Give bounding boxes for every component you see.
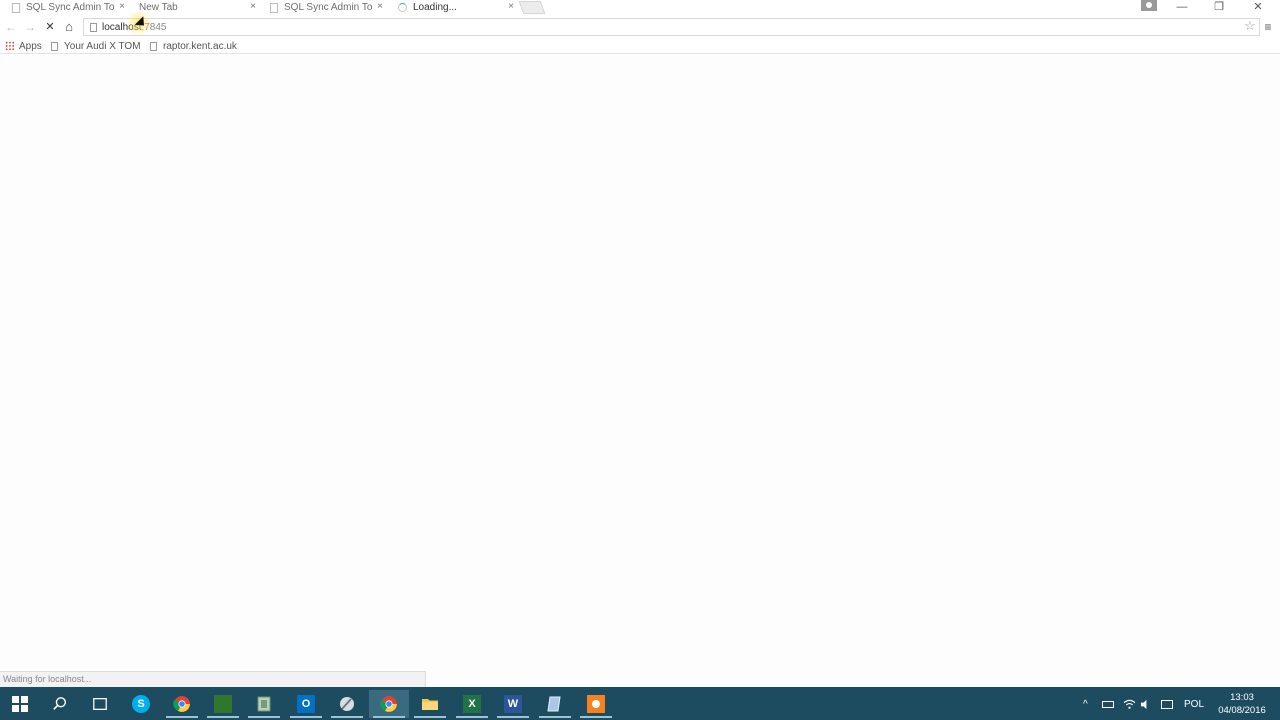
taskbar-outlook[interactable]: O xyxy=(286,690,326,718)
bookmark-label: Your Audi X TOM xyxy=(64,40,141,52)
stop-loading-button[interactable]: ✕ xyxy=(42,19,58,35)
loading-spinner-icon xyxy=(398,3,407,12)
page-icon xyxy=(150,41,157,51)
search-icon xyxy=(53,697,67,710)
page-icon xyxy=(90,22,97,32)
database-icon xyxy=(257,696,271,712)
tab-title: SQL Sync Admin To xyxy=(26,2,115,13)
tab-title: Loading... xyxy=(413,2,457,13)
chrome-icon xyxy=(380,696,397,712)
taskbar-sql[interactable] xyxy=(244,690,284,718)
tray-overflow-chevron[interactable]: ^ xyxy=(1083,693,1088,715)
close-tab-icon[interactable]: × xyxy=(248,1,258,12)
restore-button[interactable]: ❐ xyxy=(1209,0,1229,14)
back-button[interactable]: ← xyxy=(3,19,19,35)
page-icon xyxy=(51,41,58,51)
record-icon xyxy=(587,695,605,713)
tab-new-tab[interactable]: New Tab × xyxy=(131,0,262,15)
taskbar-project[interactable] xyxy=(203,690,243,718)
task-view-icon xyxy=(93,698,107,710)
input-language[interactable]: POL xyxy=(1184,693,1204,715)
taskbar-chrome[interactable] xyxy=(162,690,202,718)
taskbar: S O X W ^ POL 13:03 04/08/2016 xyxy=(0,687,1280,720)
close-tab-icon[interactable]: × xyxy=(375,1,385,12)
status-bubble: Waiting for localhost... xyxy=(0,671,426,687)
bookmark-star-icon[interactable]: ☆ xyxy=(1243,19,1257,33)
page-content: Waiting for localhost... xyxy=(0,55,1280,687)
paint-icon xyxy=(340,697,354,711)
skype-icon: S xyxy=(132,695,150,713)
taskbar-notes[interactable] xyxy=(535,690,575,718)
tab-title: SQL Sync Admin To xyxy=(284,2,373,13)
clock-time: 13:03 xyxy=(1230,692,1254,703)
taskbar-word[interactable]: W xyxy=(493,690,533,718)
close-tab-icon[interactable]: × xyxy=(117,1,127,12)
bookmark-your-audi[interactable]: Your Audi X TOM xyxy=(51,39,141,53)
clock[interactable]: 13:03 04/08/2016 xyxy=(1213,691,1271,717)
volume-icon[interactable] xyxy=(1140,693,1151,715)
taskbar-paint[interactable] xyxy=(327,690,367,718)
chrome-menu-icon[interactable]: ≡ xyxy=(1262,21,1274,33)
chrome-icon xyxy=(173,696,190,712)
taskbar-recorder[interactable] xyxy=(576,690,616,718)
bookmark-apps[interactable]: Apps xyxy=(5,39,42,53)
excel-icon: X xyxy=(463,695,481,713)
speaker-icon xyxy=(1140,699,1147,709)
new-tab-button[interactable] xyxy=(518,1,546,14)
browser-toolbar: ← → ✕ ⌂ localhost :7845 xyxy=(0,16,1280,38)
folder-icon xyxy=(422,699,438,710)
bookmark-label: raptor.kent.ac.uk xyxy=(163,40,237,52)
bookmark-label: Apps xyxy=(19,40,42,52)
minimize-button[interactable]: — xyxy=(1172,0,1192,14)
task-view-button[interactable] xyxy=(80,690,120,718)
profile-avatar-icon[interactable] xyxy=(1141,0,1157,11)
page-icon xyxy=(270,2,278,13)
clock-date: 04/08/2016 xyxy=(1218,705,1266,716)
project-icon xyxy=(214,695,232,713)
tab-sql-sync-1[interactable]: SQL Sync Admin To × xyxy=(4,0,131,15)
wifi-icon[interactable] xyxy=(1123,693,1136,715)
wifi-icon-glyph xyxy=(1123,699,1136,709)
action-center-icon[interactable] xyxy=(1161,693,1173,715)
tab-sql-sync-2[interactable]: SQL Sync Admin To × xyxy=(262,0,389,15)
taskbar-excel[interactable]: X xyxy=(452,690,492,718)
address-bar[interactable]: localhost :7845 xyxy=(83,18,1260,36)
apps-grid-icon xyxy=(5,41,15,51)
forward-button[interactable]: → xyxy=(22,19,38,35)
tab-loading[interactable]: Loading... × xyxy=(390,0,520,15)
page-icon xyxy=(12,2,20,13)
bookmarks-bar: Apps Your Audi X TOM raptor.kent.ac.uk xyxy=(0,38,1280,54)
outlook-icon: O xyxy=(297,695,315,713)
tab-strip: SQL Sync Admin To × New Tab × SQL Sync A… xyxy=(0,0,1280,16)
windows-icon xyxy=(12,696,28,712)
notes-icon xyxy=(547,696,561,712)
taskbar-chrome-active[interactable] xyxy=(369,690,409,718)
taskbar-explorer[interactable] xyxy=(410,690,450,718)
window-close-button[interactable]: ✕ xyxy=(1248,0,1268,14)
word-icon: W xyxy=(504,695,522,713)
tab-title: New Tab xyxy=(139,2,178,13)
close-tab-icon[interactable]: × xyxy=(506,1,516,12)
taskbar-skype[interactable]: S xyxy=(121,690,161,718)
battery-icon[interactable] xyxy=(1102,693,1114,715)
bookmark-raptor[interactable]: raptor.kent.ac.uk xyxy=(150,39,237,53)
start-button[interactable] xyxy=(0,690,40,718)
search-button[interactable] xyxy=(40,690,80,718)
home-button[interactable]: ⌂ xyxy=(61,19,77,35)
